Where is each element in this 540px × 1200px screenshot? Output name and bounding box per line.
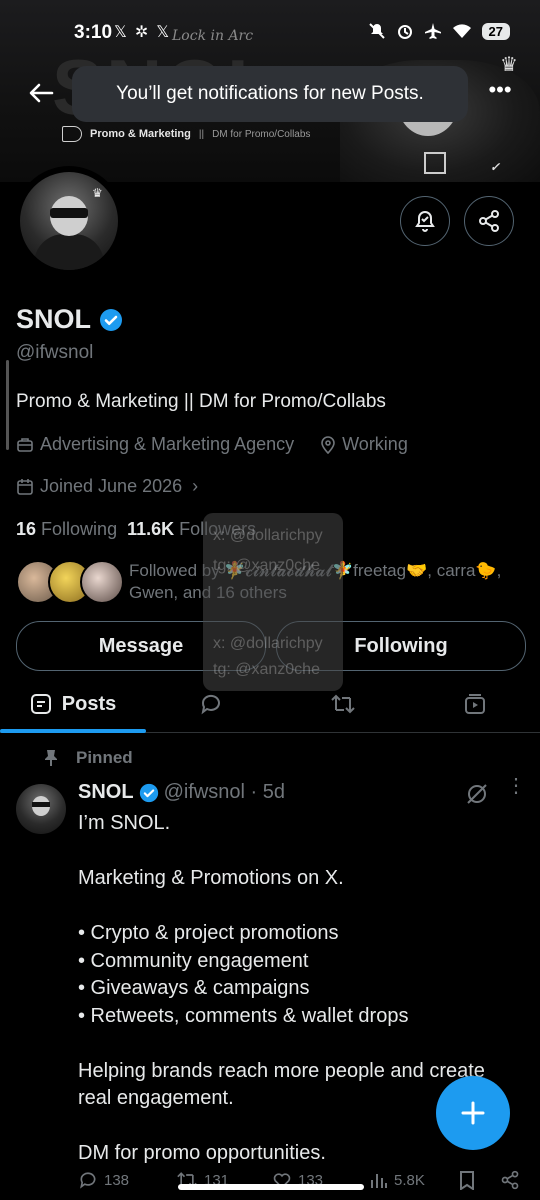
- video-icon: [465, 694, 485, 714]
- x-logo-icon: 𝕏: [156, 24, 170, 41]
- profile-joined: Joined June 2026: [40, 476, 183, 496]
- crown-icon: ♛: [92, 186, 103, 200]
- post-meta: @ifwsnol · 5d: [163, 781, 286, 803]
- home-indicator[interactable]: [178, 1184, 364, 1190]
- mute-icon: [368, 23, 385, 39]
- tab-media[interactable]: [430, 676, 520, 732]
- banner-tagline-sep: ||: [198, 128, 205, 140]
- tab-posts[interactable]: Posts: [0, 676, 146, 732]
- post-author-avatar[interactable]: [16, 784, 66, 834]
- tab-replies[interactable]: [166, 676, 256, 732]
- briefcase-icon: [17, 437, 33, 452]
- profile-location: Working: [342, 434, 408, 454]
- calendar-icon: [17, 478, 33, 495]
- pin-icon: [45, 750, 57, 766]
- grok-icon[interactable]: [464, 781, 490, 807]
- banner-tagline-strong: Promo & Marketing: [90, 128, 191, 140]
- reply-icon: [80, 1172, 96, 1189]
- followed-by-avatars[interactable]: [16, 560, 124, 604]
- followers-count: 11.6K: [127, 519, 175, 539]
- plus-icon: [461, 1101, 485, 1125]
- active-tab-indicator: [0, 729, 146, 733]
- views-chart-icon: [371, 1174, 387, 1188]
- watermark-text: x: @dollarichpy: [213, 527, 323, 544]
- pinned-label-row: Pinned: [44, 748, 133, 768]
- x-logo-icon: 𝕏: [114, 24, 127, 41]
- profile-avatar[interactable]: ♛: [14, 166, 124, 276]
- following-label: Following: [41, 519, 118, 539]
- share-icon: [479, 210, 499, 232]
- share-action[interactable]: [500, 1170, 520, 1190]
- back-arrow-icon[interactable]: [26, 80, 56, 106]
- status-left-icons: 𝕏 ✲ 𝕏: [114, 22, 169, 42]
- notifications-bell-button[interactable]: [400, 196, 450, 246]
- watermark-text: x: @dollarichpy: [213, 635, 323, 652]
- airplane-icon: [424, 23, 441, 39]
- profile-display-name: SNOL: [16, 304, 123, 335]
- more-options-icon[interactable]: •••: [482, 79, 518, 106]
- watermark-overlay: x: @dollarichpy tg: @xanz0che x: @dollar…: [203, 513, 343, 691]
- repost-icon: [331, 694, 355, 714]
- alarm-icon: [397, 25, 412, 39]
- location-pin-icon: [321, 435, 335, 454]
- status-bar: 3:10 𝕏 ✲ 𝕏 27: [0, 14, 540, 54]
- post-actions: 138 131 133 5.8K: [0, 1170, 540, 1194]
- banner-tagline: Promo & Marketing || DM for Promo/Collab…: [62, 126, 310, 142]
- posts-icon: [30, 694, 51, 714]
- profile-handle: @ifwsnol: [16, 342, 94, 363]
- post-line: • Giveaways & campaigns: [78, 977, 310, 999]
- reply-count: 138: [104, 1171, 130, 1189]
- share-icon: [501, 1170, 519, 1190]
- watermark-text: tg: @xanz0che: [213, 557, 320, 574]
- post-line: Marketing & Promotions on X.: [78, 867, 344, 889]
- post-header: SNOL @ifwsnol · 5d: [78, 781, 285, 804]
- reply-action[interactable]: 138: [78, 1170, 129, 1190]
- following-link[interactable]: 16 Following: [16, 519, 117, 540]
- post-line: • Retweets, comments & wallet drops: [78, 1004, 409, 1027]
- profile-meta-row: Advertising & Marketing Agency Working: [16, 434, 408, 455]
- tab-reposts[interactable]: [298, 676, 388, 732]
- profile-bio: Promo & Marketing || DM for Promo/Collab…: [16, 391, 386, 412]
- crown-icon: ♛: [500, 54, 518, 76]
- status-right-icons: 27: [368, 22, 510, 40]
- pinned-label: Pinned: [76, 748, 133, 767]
- profile-joined-row[interactable]: Joined June 2026 ›: [16, 476, 198, 497]
- chevron-right-icon: ›: [192, 476, 199, 496]
- bell-check-icon: [415, 210, 435, 232]
- verified-badge-icon: [139, 783, 158, 802]
- views-action[interactable]: 5.8K: [370, 1170, 425, 1190]
- display-name-text: SNOL: [16, 304, 92, 334]
- verified-badge-icon[interactable]: [99, 308, 123, 332]
- bookmark-icon: [460, 1171, 474, 1190]
- following-count: 16: [16, 519, 37, 539]
- notification-toast: You’ll get notifications for new Posts.: [72, 66, 468, 122]
- banner-tagline-dim: DM for Promo/Collabs: [212, 128, 311, 140]
- follower-avatar: [80, 560, 124, 604]
- reply-bubble-icon: [201, 694, 220, 715]
- profile-category[interactable]: Advertising & Marketing Agency: [40, 434, 294, 455]
- bookmark-action[interactable]: [458, 1170, 476, 1190]
- megaphone-icon: [62, 126, 82, 142]
- share-button[interactable]: [464, 196, 514, 246]
- post-more-icon[interactable]: ⋮: [506, 776, 526, 796]
- vpn-icon: ✲: [134, 24, 149, 41]
- post-line: I’m SNOL.: [78, 812, 171, 834]
- post-line: • Crypto & project promotions: [78, 922, 339, 944]
- profile-tabs: Posts: [0, 676, 540, 733]
- post-line: • Community engagement: [78, 949, 309, 972]
- swoosh-logo-icon: ✓: [490, 160, 501, 174]
- scrollbar[interactable]: [6, 360, 9, 450]
- compose-post-button[interactable]: [436, 1076, 510, 1150]
- views-count: 5.8K: [394, 1171, 425, 1189]
- post-author-name[interactable]: SNOL: [78, 781, 134, 804]
- wifi-icon: [452, 24, 471, 38]
- battery-level: 27: [481, 22, 510, 40]
- status-time: 3:10: [74, 22, 113, 43]
- tab-posts-label: Posts: [61, 692, 117, 715]
